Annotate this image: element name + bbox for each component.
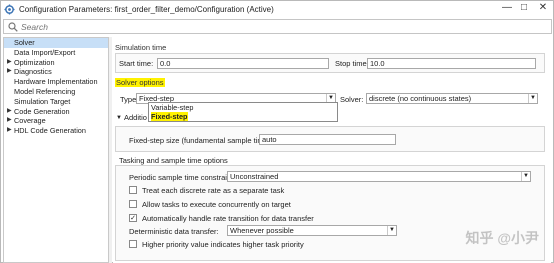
chevron-down-icon[interactable]: ▼	[521, 172, 530, 181]
tree-item-label: Coverage	[14, 116, 46, 126]
matlab-gear-icon	[4, 3, 15, 15]
solver-value: discrete (no continuous states)	[369, 94, 472, 103]
minimize-icon[interactable]: —	[500, 2, 514, 15]
search-bar	[3, 19, 552, 34]
higher-priority-label: Higher priority value indicates higher t…	[142, 240, 304, 249]
periodic-value: Unconstrained	[230, 172, 279, 181]
tasking-title: Tasking and sample time options	[119, 156, 228, 165]
chevron-down-icon[interactable]: ▼	[528, 94, 537, 103]
tree-item-optimization[interactable]: ▶ Optimization	[4, 58, 108, 68]
dropdown-option-variable-step[interactable]: Variable-step	[149, 103, 337, 112]
tree-item-label: Simulation Target	[14, 96, 71, 106]
tree-item-data-import-export[interactable]: Data Import/Export	[4, 48, 108, 58]
search-icon	[8, 21, 18, 32]
maximize-icon[interactable]: □	[517, 2, 531, 15]
window-title: Configuration Parameters: first_order_fi…	[19, 4, 274, 14]
expand-arrow-icon[interactable]: ▶	[7, 67, 12, 77]
stop-time-label: Stop time:	[335, 59, 369, 68]
collapse-arrow-icon[interactable]: ▼	[116, 115, 122, 121]
stop-time-field[interactable]: 10.0	[367, 58, 536, 69]
expand-arrow-icon[interactable]: ▶	[7, 126, 12, 136]
checkbox-separate-task[interactable]	[129, 186, 137, 194]
watermark: 知乎 @小尹	[465, 230, 539, 246]
fixed-step-label: Fixed-step size (fundamental sample time…	[129, 136, 273, 145]
tree-item-code-generation[interactable]: ▶ Code Generation	[4, 107, 108, 117]
checkbox-concurrent-tasks[interactable]	[129, 200, 137, 208]
tree-item-label: Diagnostics	[14, 67, 52, 77]
solver-options-title: Solver options	[115, 78, 165, 87]
periodic-label: Periodic sample time constraint:	[129, 173, 236, 182]
category-tree: Solver Data Import/Export ▶ Optimization …	[3, 37, 109, 263]
dropdown-option-fixed-step[interactable]: Fixed-step	[149, 112, 337, 121]
tree-item-simulation-target[interactable]: Simulation Target	[4, 97, 108, 107]
chevron-down-icon[interactable]: ▼	[387, 226, 396, 235]
dropdown-option-fixed-step-label: Fixed-step	[151, 112, 188, 121]
tree-item-label: Data Import/Export	[14, 47, 76, 57]
config-window: Configuration Parameters: first_order_fi…	[0, 0, 554, 263]
solver-type-dropdown-list: Variable-step Fixed-step	[148, 102, 338, 122]
expand-arrow-icon[interactable]: ▶	[7, 116, 12, 126]
additional-options-label: Additio	[124, 113, 147, 122]
simulation-time-box: Start time: 0.0 Stop time: 10.0	[115, 53, 545, 73]
fixed-step-box: Fixed-step size (fundamental sample time…	[115, 126, 545, 152]
solver-label: Solver:	[340, 95, 364, 104]
checkbox-rate-transition[interactable]: ✓	[129, 214, 137, 222]
rate-transition-label: Automatically handle rate transition for…	[142, 214, 314, 223]
tree-item-label: Model Referencing	[14, 86, 76, 96]
deterministic-transfer-select[interactable]: Whenever possible ▼	[227, 225, 397, 236]
tree-item-label: Hardware Implementation	[14, 77, 98, 87]
concurrent-tasks-label: Allow tasks to execute concurrently on t…	[142, 200, 291, 209]
expand-arrow-icon[interactable]: ▶	[7, 58, 12, 68]
start-time-field[interactable]: 0.0	[157, 58, 329, 69]
expand-arrow-icon[interactable]: ▶	[7, 107, 12, 117]
checkmark-icon: ✓	[130, 215, 136, 222]
panel-splitter[interactable]	[109, 37, 112, 263]
deterministic-value: Whenever possible	[230, 226, 294, 235]
tree-item-solver[interactable]: Solver	[4, 38, 108, 48]
start-time-label: Start time:	[119, 59, 154, 68]
periodic-constraint-select[interactable]: Unconstrained ▼	[227, 171, 531, 182]
tree-item-diagnostics[interactable]: ▶ Diagnostics	[4, 67, 108, 77]
deterministic-label: Deterministic data transfer:	[129, 227, 219, 236]
separate-task-label: Treat each discrete rate as a separate t…	[142, 186, 285, 195]
title-bar: Configuration Parameters: first_order_fi…	[1, 1, 553, 17]
solver-select[interactable]: discrete (no continuous states) ▼	[366, 93, 538, 104]
close-icon[interactable]: ✕	[536, 2, 550, 15]
tree-item-coverage[interactable]: ▶ Coverage	[4, 116, 108, 126]
tree-item-label: HDL Code Generation	[14, 126, 86, 136]
checkbox-higher-priority[interactable]	[129, 240, 137, 248]
tree-item-model-referencing[interactable]: Model Referencing	[4, 87, 108, 97]
tree-item-label: Optimization	[14, 57, 55, 67]
simulation-time-title: Simulation time	[115, 43, 167, 52]
tree-item-hardware-implementation[interactable]: Hardware Implementation	[4, 77, 108, 87]
search-input[interactable]	[21, 20, 521, 33]
tree-item-hdl-code-generation[interactable]: ▶ HDL Code Generation	[4, 126, 108, 136]
tree-item-label: Code Generation	[14, 106, 70, 116]
fixed-step-field[interactable]: auto	[259, 134, 396, 145]
tree-item-label: Solver	[14, 38, 35, 47]
